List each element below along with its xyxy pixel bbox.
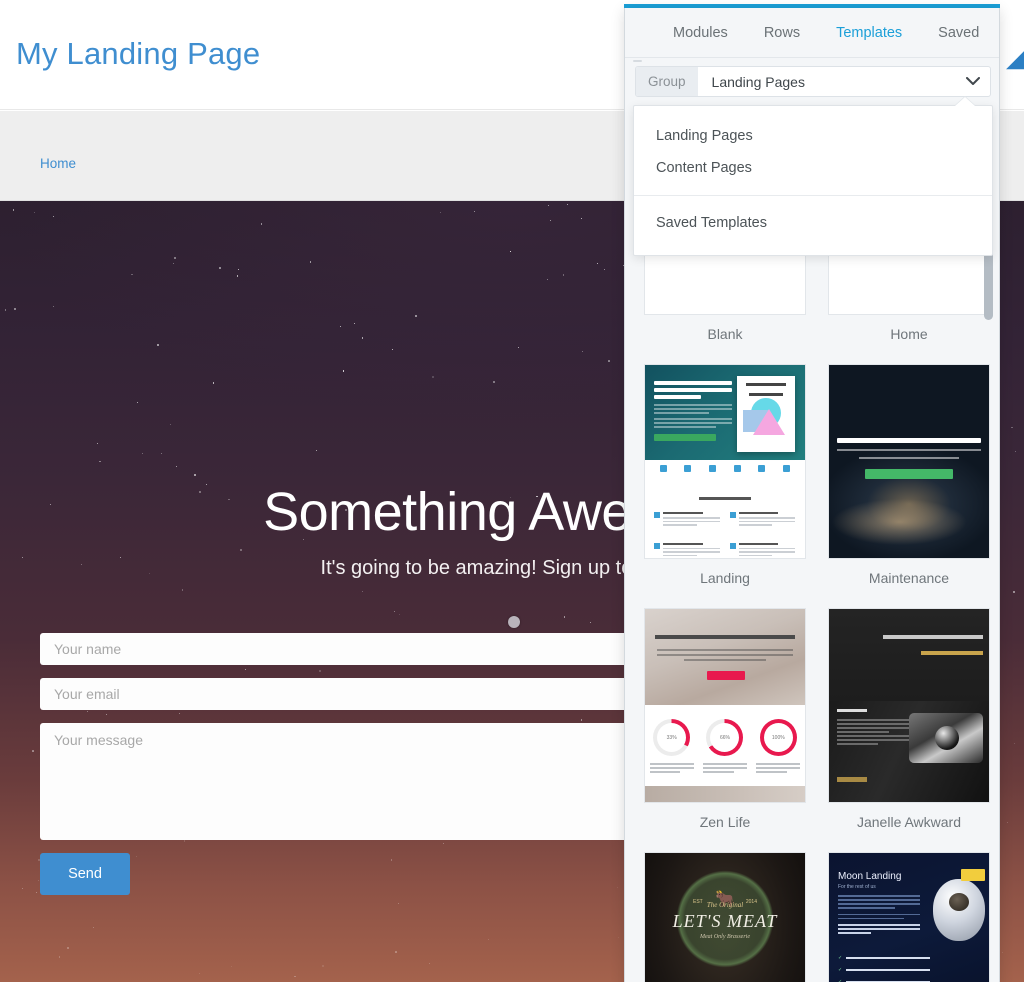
tab-saved[interactable]: Saved	[920, 8, 997, 58]
template-label: Blank	[707, 326, 743, 342]
template-label: Home	[890, 326, 928, 342]
send-button[interactable]: Send	[40, 853, 130, 895]
dropdown-arrow	[955, 97, 975, 106]
chevron-down-icon	[956, 77, 990, 86]
tab-templates[interactable]: Templates	[818, 8, 920, 58]
tab-rows[interactable]: Rows	[746, 8, 818, 58]
group-select-label: Group	[636, 67, 698, 96]
template-thumbnail: 🐂 EST 2014 The Original LET'S MEAT Meat O…	[644, 852, 806, 982]
group-select[interactable]: Group Landing Pages	[635, 66, 991, 97]
group-dropdown-menu: Landing Pages Content Pages Saved Templa…	[633, 97, 993, 256]
group-select-value: Landing Pages	[711, 73, 805, 90]
nav-link-home[interactable]: Home	[40, 156, 76, 171]
dropdown-item-saved-templates[interactable]: Saved Templates	[634, 207, 992, 239]
template-thumbnail	[828, 608, 990, 803]
partial-edge-icon[interactable]: ◢	[1006, 44, 1024, 70]
template-card-maintenance[interactable]: Maintenance	[828, 364, 990, 586]
hero-dot-marker	[508, 616, 520, 628]
template-card-zen-life[interactable]: 33% 66% 100% Zen Life	[644, 608, 806, 830]
page-title: My Landing Page	[16, 36, 261, 71]
template-label: Janelle Awkward	[856, 814, 962, 830]
template-thumbnail	[644, 364, 806, 559]
template-label: Zen Life	[699, 814, 751, 830]
screen: My Landing Page Home Something Awesome I…	[0, 0, 1024, 982]
builder-panel: Modules Rows Templates Saved Group Landi…	[624, 8, 1000, 982]
template-thumbnail: 33% 66% 100%	[644, 608, 806, 803]
dropdown-item-landing-pages[interactable]: Landing Pages	[634, 120, 992, 152]
panel-tabs: Modules Rows Templates Saved	[625, 8, 999, 58]
template-thumbnail	[828, 364, 990, 559]
template-card-moon-landing[interactable]: Moon Landing For the rest of us ✓ ✓ ✓	[828, 852, 990, 982]
template-card-janelle-awkward[interactable]: Janelle Awkward	[828, 608, 990, 830]
tab-modules[interactable]: Modules	[655, 8, 746, 58]
template-card-landing[interactable]: Landing	[644, 364, 806, 586]
dropdown-divider	[634, 195, 992, 196]
template-card-lets-meat[interactable]: 🐂 EST 2014 The Original LET'S MEAT Meat O…	[644, 852, 806, 982]
dropdown-item-content-pages[interactable]: Content Pages	[634, 152, 992, 184]
template-label: Maintenance	[868, 570, 950, 586]
template-thumbnail: Moon Landing For the rest of us ✓ ✓ ✓	[828, 852, 990, 982]
template-label: Landing	[700, 570, 750, 586]
